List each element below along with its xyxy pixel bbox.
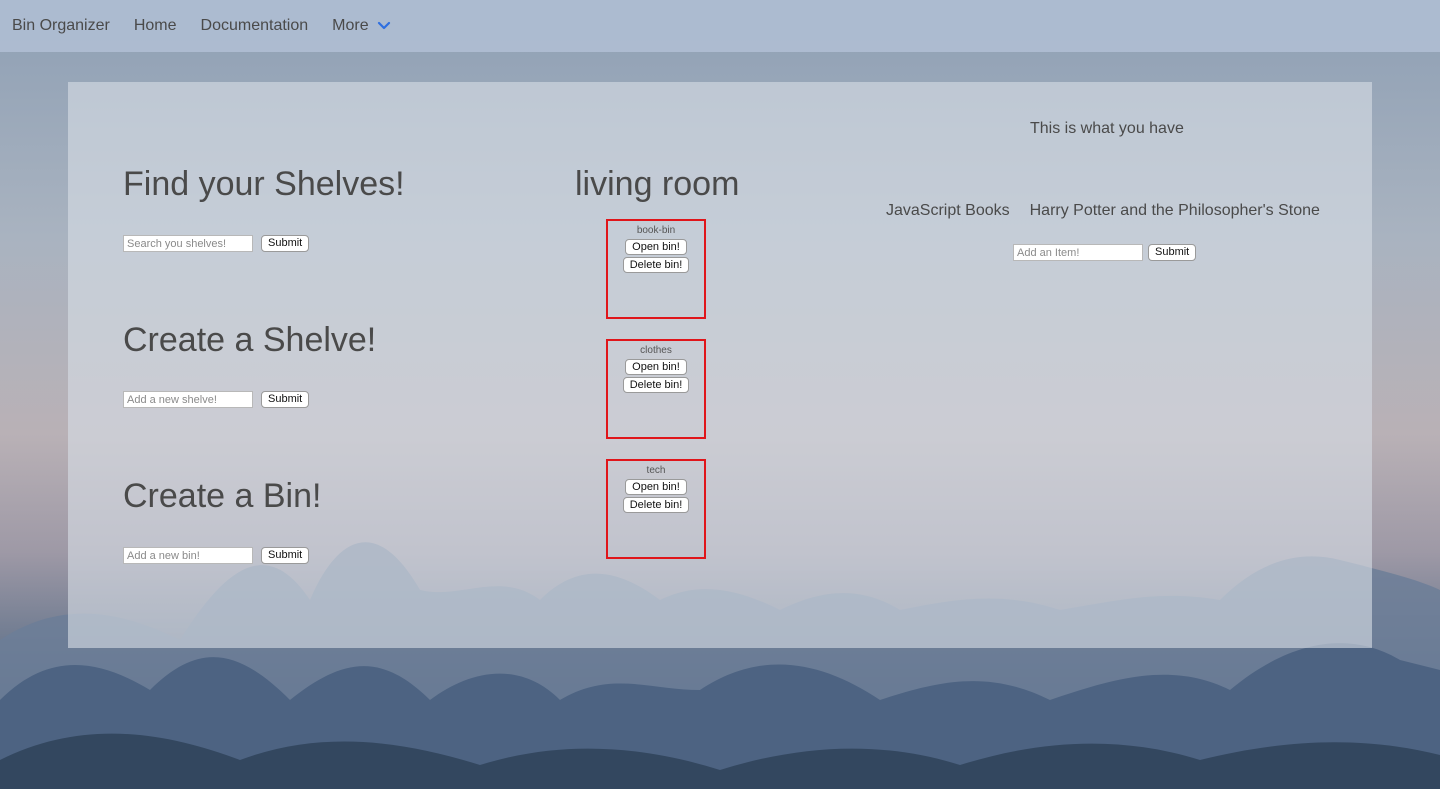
add-item-form: Submit bbox=[1013, 244, 1197, 261]
bin-name: book-bin bbox=[636, 225, 676, 236]
bin-card: book-bin Open bin! Delete bin! bbox=[606, 219, 706, 319]
open-bin-button[interactable]: Open bin! bbox=[625, 239, 687, 255]
create-shelve-form: Submit bbox=[123, 391, 310, 408]
nav-more-dropdown[interactable]: More bbox=[332, 17, 390, 35]
nav-home[interactable]: Home bbox=[134, 17, 177, 35]
create-shelve-title: Create a Shelve! bbox=[123, 321, 377, 359]
find-shelves-submit-button[interactable]: Submit bbox=[261, 235, 310, 252]
contents-title: This is what you have bbox=[1030, 120, 1184, 137]
list-item: JavaScript Books bbox=[886, 202, 1010, 219]
create-bin-form: Submit bbox=[123, 547, 310, 564]
find-shelves-form: Submit bbox=[123, 235, 310, 252]
delete-bin-button[interactable]: Delete bin! bbox=[622, 497, 690, 513]
list-item: Harry Potter and the Philosopher's Stone bbox=[1029, 202, 1320, 219]
nav-documentation[interactable]: Documentation bbox=[201, 17, 309, 35]
shelf-title: living room bbox=[575, 165, 740, 203]
open-bin-button[interactable]: Open bin! bbox=[625, 359, 687, 375]
item-list: JavaScript Books Harry Potter and the Ph… bbox=[886, 202, 1340, 220]
delete-bin-button[interactable]: Delete bin! bbox=[622, 377, 690, 393]
top-navbar: Bin Organizer Home Documentation More bbox=[0, 0, 1440, 52]
create-bin-title: Create a Bin! bbox=[123, 477, 322, 515]
delete-bin-button[interactable]: Delete bin! bbox=[622, 257, 690, 273]
add-item-input[interactable] bbox=[1013, 244, 1143, 261]
bin-card: clothes Open bin! Delete bin! bbox=[606, 339, 706, 439]
nav-more-label: More bbox=[332, 17, 369, 34]
new-bin-input[interactable] bbox=[123, 547, 253, 564]
search-shelves-input[interactable] bbox=[123, 235, 253, 252]
open-bin-button[interactable]: Open bin! bbox=[625, 479, 687, 495]
bin-name: tech bbox=[646, 465, 666, 476]
chevron-down-icon bbox=[377, 21, 390, 30]
bin-name: clothes bbox=[640, 345, 672, 356]
add-item-submit-button[interactable]: Submit bbox=[1148, 244, 1197, 261]
create-bin-submit-button[interactable]: Submit bbox=[261, 547, 310, 564]
find-shelves-title: Find your Shelves! bbox=[123, 165, 405, 203]
main-panel: Find your Shelves! Submit Create a Shelv… bbox=[68, 82, 1372, 648]
create-shelve-submit-button[interactable]: Submit bbox=[261, 391, 310, 408]
bin-card: tech Open bin! Delete bin! bbox=[606, 459, 706, 559]
new-shelve-input[interactable] bbox=[123, 391, 253, 408]
brand-link[interactable]: Bin Organizer bbox=[12, 17, 110, 35]
